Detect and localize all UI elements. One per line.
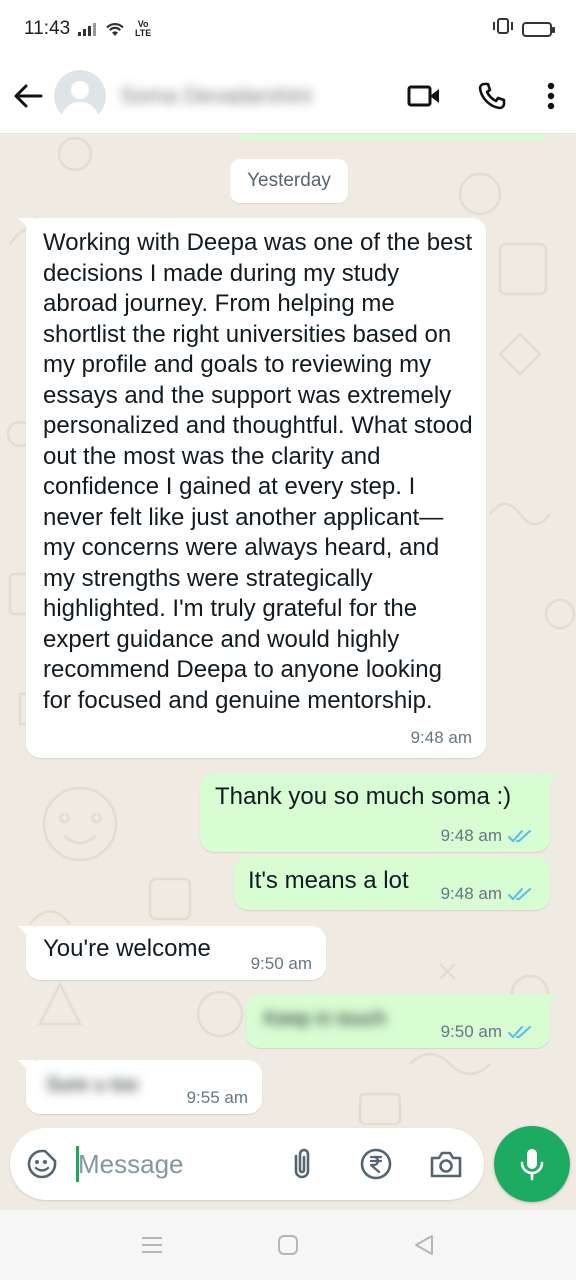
video-call-icon [407, 85, 439, 106]
avatar[interactable] [54, 69, 106, 122]
attach-button[interactable] [284, 1146, 320, 1182]
message-outgoing[interactable]: Keep in touch 9:50 am [246, 994, 558, 1048]
message-input[interactable] [78, 1142, 268, 1186]
back-arrow-icon [14, 84, 43, 107]
message-time: 9:48 am [440, 884, 502, 903]
read-receipt-icon [508, 1026, 531, 1039]
camera-button[interactable] [428, 1146, 464, 1182]
message-outgoing[interactable]: Thank you so much soma :) 9:48 am [200, 774, 558, 852]
camera-icon [430, 1151, 462, 1178]
sticker-button[interactable] [24, 1146, 60, 1182]
message-time: 9:55 am [186, 1088, 248, 1107]
message-text: Thank you so much soma :) [215, 783, 512, 810]
home-button[interactable] [258, 1220, 318, 1270]
more-vert-icon [547, 82, 555, 109]
read-receipt-icon [508, 888, 531, 901]
message-time: 9:48 am [410, 728, 472, 747]
recents-icon [142, 1237, 162, 1253]
back-nav-icon [415, 1235, 433, 1255]
status-bar: 11:43 Vo LTE [0, 0, 576, 58]
message-time: 9:50 am [440, 1022, 502, 1041]
volte-indicator: Vo LTE [134, 19, 152, 38]
message-time: 9:50 am [250, 954, 312, 973]
voice-call-icon [478, 82, 506, 109]
composer [0, 1126, 576, 1210]
message-text: Keep in touch [264, 1008, 387, 1030]
message-incoming[interactable]: You're welcome 9:50 am [18, 926, 326, 980]
system-navigation-bar [0, 1210, 576, 1280]
message-incoming[interactable]: Working with Deepa was one of the best d… [18, 218, 486, 758]
vibrate-icon [490, 17, 516, 41]
recents-button[interactable] [122, 1220, 182, 1270]
payment-button[interactable] [358, 1146, 394, 1182]
more-options-button[interactable] [526, 66, 576, 126]
battery-icon [522, 21, 555, 37]
signal-icon [78, 22, 97, 36]
back-button[interactable] [2, 66, 54, 126]
message-text: It's means a lot [248, 867, 409, 894]
back-nav-button[interactable] [394, 1220, 454, 1270]
message-text: You're welcome [43, 935, 211, 962]
message-incoming[interactable]: Sure u too 9:55 am [18, 1060, 262, 1114]
home-icon [278, 1235, 298, 1255]
chat-area[interactable]: Yesterday Working with Deepa was one of … [0, 134, 576, 1128]
message-box[interactable] [10, 1128, 484, 1200]
voice-call-button[interactable] [458, 66, 526, 126]
previous-message-edge [238, 134, 548, 140]
message-time: 9:48 am [440, 826, 502, 845]
contact-name[interactable]: Soma Devadarshini [120, 83, 370, 109]
sticker-icon [27, 1149, 57, 1179]
message-outgoing[interactable]: It's means a lot 9:48 am [234, 856, 550, 910]
date-separator: Yesterday [230, 159, 348, 203]
wifi-icon [104, 20, 126, 38]
status-time: 11:43 [24, 18, 71, 39]
rupee-payment-icon [360, 1148, 392, 1180]
read-receipt-icon [508, 830, 531, 843]
voice-message-button[interactable] [494, 1126, 570, 1202]
video-call-button[interactable] [390, 66, 458, 126]
attach-icon [294, 1148, 310, 1179]
message-text: Working with Deepa was one of the best d… [43, 229, 473, 714]
message-text: Sure u too [46, 1074, 139, 1096]
chat-header: Soma Devadarshini [0, 58, 576, 134]
mic-icon [520, 1149, 544, 1181]
